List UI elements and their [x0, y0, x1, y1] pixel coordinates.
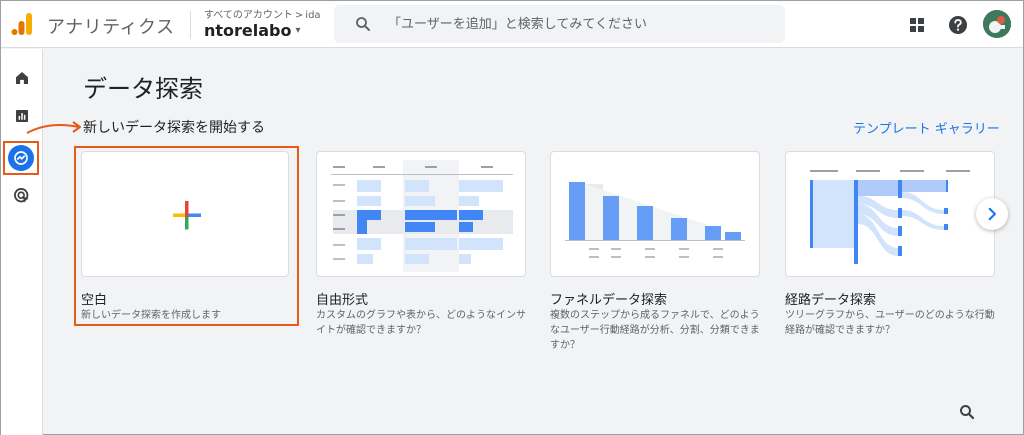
card-freeform[interactable]: 自由形式 カスタムのグラフや表から、どのようなインサイトが確認できますか？: [316, 151, 526, 336]
card-freeform-name: 自由形式: [316, 293, 369, 308]
nav-advertising[interactable]: [9, 183, 35, 209]
card-path[interactable]: 経路データ探索 ツリーグラフから、ユーザーのどのような行動経路が確認できますか？: [785, 151, 995, 336]
search-input[interactable]: [388, 11, 773, 37]
callout-arrow-icon: [26, 121, 81, 134]
left-nav: [1, 49, 43, 435]
apps-grid-icon[interactable]: [905, 13, 929, 37]
help-icon[interactable]: [946, 13, 970, 37]
card-blank-desc: 新しいデータ探索を作成します: [81, 310, 221, 321]
plus-icon: [173, 201, 201, 230]
card-blank-thumbnail[interactable]: [81, 151, 289, 277]
card-path-thumbnail[interactable]: [785, 151, 995, 277]
analytics-logo-icon[interactable]: [11, 12, 33, 36]
card-freeform-desc: カスタムのグラフや表から、どのようなインサイトが確認できますか？: [316, 310, 526, 336]
card-blank[interactable]: 空白 新しいデータ探索を作成します: [81, 151, 293, 329]
avatar[interactable]: [983, 10, 1011, 38]
template-gallery-link[interactable]: テンプレート ギャラリー: [853, 118, 1000, 137]
card-funnel-name: ファネルデータ探索: [550, 293, 668, 308]
card-funnel-desc: 複数のステップから成るファネルで、どのようなユーザー行動経路が分析、分割、分類で…: [550, 310, 760, 351]
breadcrumb-account[interactable]: ida: [305, 10, 320, 21]
card-blank-name: 空白: [81, 293, 108, 308]
breadcrumb[interactable]: すべてのアカウント > ida: [204, 6, 321, 21]
property-name: ntorelabo: [204, 21, 292, 40]
chevron-down-icon: ▾: [295, 25, 301, 36]
explore-icon: [14, 151, 28, 165]
nav-home[interactable]: [9, 65, 35, 91]
card-funnel[interactable]: ファネルデータ探索 複数のステップから成るファネルで、どのようなユーザー行動経路…: [550, 151, 760, 351]
card-funnel-thumbnail[interactable]: [550, 151, 760, 277]
card-path-name: 経路データ探索: [785, 293, 877, 308]
home-icon: [16, 72, 28, 84]
advertising-icon: [14, 188, 29, 203]
page-title: データ探索: [83, 75, 203, 103]
breadcrumb-all-accounts[interactable]: すべてのアカウント: [204, 10, 293, 21]
search-icon: [356, 17, 370, 31]
card-freeform-thumbnail[interactable]: [316, 151, 526, 277]
card-path-desc: ツリーグラフから、ユーザーのどのような行動経路が確認できますか？: [785, 310, 995, 336]
section-title: 新しいデータ探索を開始する: [83, 120, 265, 136]
path-tree-icon: [810, 170, 970, 264]
search-icon[interactable]: [958, 403, 976, 421]
freeform-table-icon: [331, 160, 513, 272]
breadcrumb-separator: >: [294, 10, 304, 21]
app-title[interactable]: アナリティクス: [47, 13, 175, 39]
top-app-bar: アナリティクス すべてのアカウント > ida ntorelabo ▾: [1, 1, 1023, 48]
property-selector[interactable]: ntorelabo ▾: [204, 21, 301, 40]
header-divider: [190, 11, 191, 39]
chevron-right-icon: [988, 207, 996, 221]
search-bar[interactable]: [334, 5, 785, 43]
carousel-next-button[interactable]: [976, 198, 1008, 230]
funnel-chart-icon: [565, 182, 745, 258]
avatar-image-icon: [983, 10, 1011, 38]
